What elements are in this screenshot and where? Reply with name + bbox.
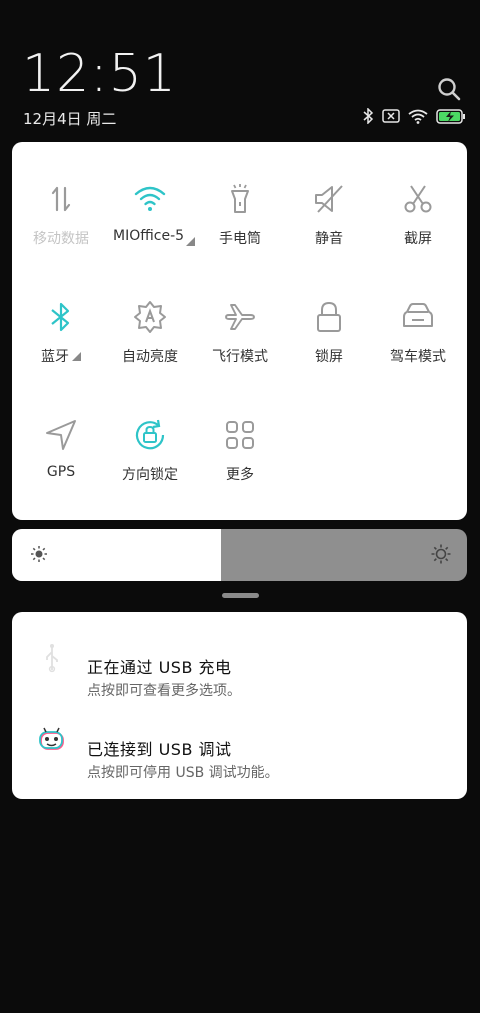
no-sim-icon — [382, 109, 400, 123]
notification-title: 已连接到 USB 调试 — [87, 740, 232, 759]
tile-label: 驾车模式 — [390, 349, 446, 365]
notification-usb-charging[interactable]: 正在通过 USB 充电 点按即可查看更多选项。 — [12, 624, 467, 704]
status-date: 12月4日 周二 — [23, 110, 117, 128]
brightness-low-icon — [30, 545, 48, 567]
airplane-icon — [225, 304, 255, 330]
bluetooth-icon — [51, 302, 70, 332]
status-clock: 12:51 — [22, 44, 177, 104]
tile-label: MIOffice-5 — [113, 228, 185, 244]
bluetooth-expand-icon[interactable] — [72, 352, 81, 361]
tile-label: 更多 — [226, 467, 254, 483]
notification-body: 点按即可查看更多选项。 — [87, 683, 241, 699]
quick-settings-panel: 移动数据 MIOffice-5 手电筒 静音 截屏 蓝牙 自动亮度 飞行模式 锁… — [12, 142, 467, 520]
search-icon[interactable] — [436, 76, 462, 102]
auto-brightness-icon — [134, 301, 166, 333]
tile-label: 静音 — [315, 231, 343, 247]
tile-label: 飞行模式 — [212, 349, 268, 365]
lock-icon — [317, 301, 341, 332]
wifi-icon — [134, 186, 166, 211]
tile-lock-screen[interactable]: 锁屏 — [284, 300, 374, 366]
tile-label: 手电筒 — [219, 231, 261, 247]
notification-body: 点按即可停用 USB 调试功能。 — [87, 765, 279, 781]
rotation-lock-icon — [135, 419, 165, 450]
tile-airplane[interactable]: 飞行模式 — [195, 300, 285, 366]
mute-icon — [315, 185, 343, 213]
tile-driving-mode[interactable]: 驾车模式 — [373, 300, 463, 366]
screenshot-icon — [404, 185, 432, 213]
tile-bluetooth[interactable]: 蓝牙 — [16, 300, 106, 366]
android-debug-icon — [39, 727, 64, 750]
tile-auto-brightness[interactable]: 自动亮度 — [105, 300, 195, 366]
notification-title: 正在通过 USB 充电 — [87, 658, 232, 677]
tile-label: GPS — [46, 464, 76, 480]
status-icons — [363, 108, 466, 124]
tile-label: 移动数据 — [33, 231, 89, 247]
bluetooth-status-icon — [363, 108, 374, 124]
wifi-expand-icon[interactable] — [186, 237, 195, 246]
wifi-status-icon — [408, 109, 428, 124]
notification-panel: 正在通过 USB 充电 点按即可查看更多选项。 已连接到 USB 调试 点按即可… — [12, 612, 467, 799]
tile-label: 蓝牙 — [41, 349, 69, 365]
car-icon — [403, 303, 433, 327]
tile-mobile-data[interactable]: 移动数据 — [16, 182, 106, 248]
flashlight-icon — [231, 184, 249, 213]
tile-screenshot[interactable]: 截屏 — [373, 182, 463, 248]
tile-more[interactable]: 更多 — [195, 418, 285, 484]
tile-wifi[interactable]: MIOffice-5 — [105, 182, 195, 246]
brightness-slider[interactable] — [12, 529, 467, 581]
gps-icon — [46, 420, 76, 450]
battery-charging-icon — [436, 108, 466, 124]
tile-label: 方向锁定 — [122, 467, 178, 483]
tile-mute[interactable]: 静音 — [284, 182, 374, 248]
tile-gps[interactable]: GPS — [16, 418, 106, 480]
brightness-high-icon — [431, 544, 451, 568]
tile-flashlight[interactable]: 手电筒 — [195, 182, 285, 248]
tile-label: 截屏 — [404, 231, 432, 247]
tile-rotation-lock[interactable]: 方向锁定 — [105, 418, 195, 484]
tile-label: 自动亮度 — [122, 349, 178, 365]
notification-usb-debugging[interactable]: 已连接到 USB 调试 点按即可停用 USB 调试功能。 — [12, 706, 467, 786]
mobile-data-icon — [51, 186, 71, 212]
more-grid-icon — [226, 421, 254, 449]
usb-charging-icon — [46, 644, 58, 673]
drag-handle[interactable] — [222, 593, 259, 598]
tile-label: 锁屏 — [315, 349, 343, 365]
